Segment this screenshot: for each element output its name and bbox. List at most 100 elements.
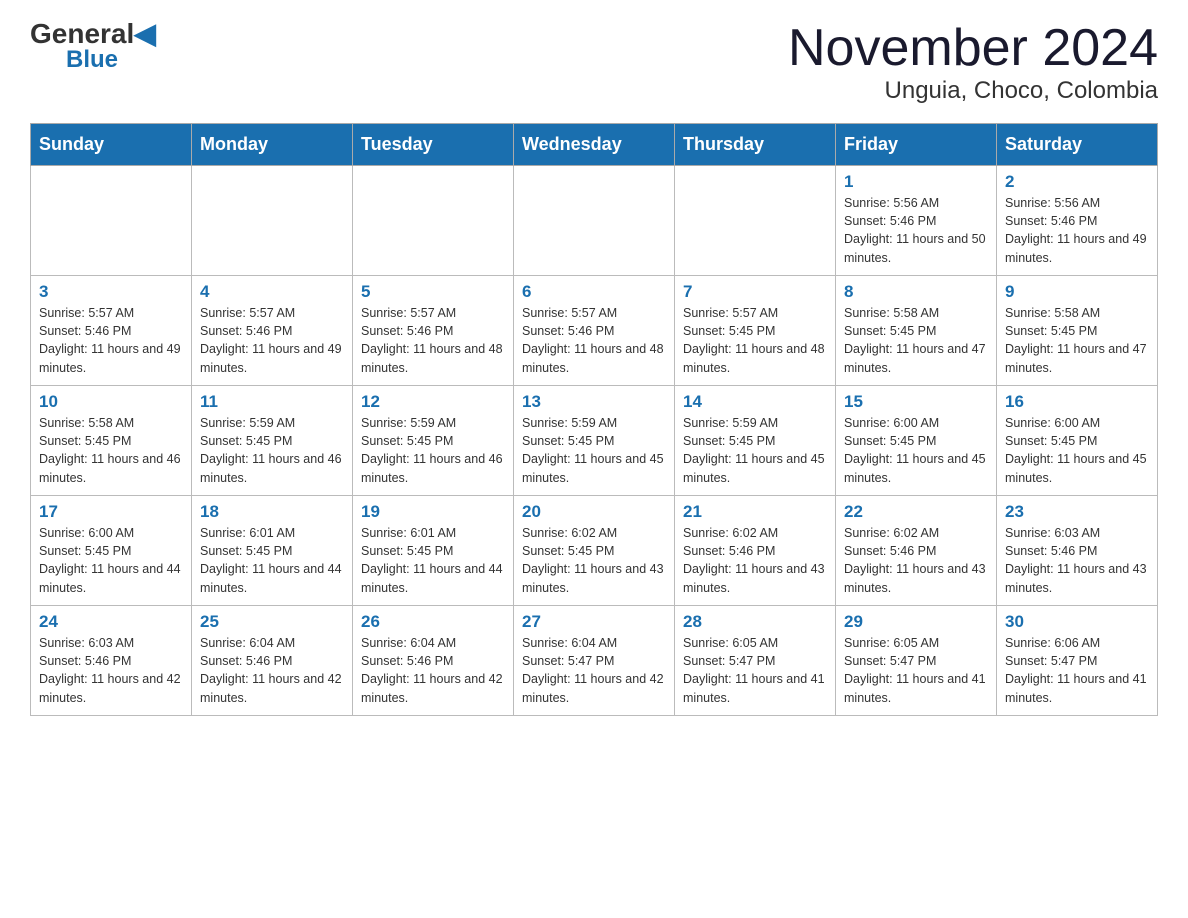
day-number: 11: [200, 392, 344, 412]
logo-general-text: General◀: [30, 20, 156, 48]
calendar-cell: [31, 166, 192, 276]
day-info: Sunrise: 5:56 AMSunset: 5:46 PMDaylight:…: [844, 194, 988, 267]
calendar-cell: [192, 166, 353, 276]
day-info: Sunrise: 6:00 AMSunset: 5:45 PMDaylight:…: [39, 524, 183, 597]
day-number: 30: [1005, 612, 1149, 632]
calendar-cell: 27Sunrise: 6:04 AMSunset: 5:47 PMDayligh…: [514, 606, 675, 716]
calendar-cell: 3Sunrise: 5:57 AMSunset: 5:46 PMDaylight…: [31, 276, 192, 386]
calendar-cell: 18Sunrise: 6:01 AMSunset: 5:45 PMDayligh…: [192, 496, 353, 606]
calendar-cell: 24Sunrise: 6:03 AMSunset: 5:46 PMDayligh…: [31, 606, 192, 716]
day-info: Sunrise: 5:57 AMSunset: 5:46 PMDaylight:…: [39, 304, 183, 377]
logo-triangle-icon: ◀: [134, 18, 156, 49]
day-number: 28: [683, 612, 827, 632]
day-info: Sunrise: 6:02 AMSunset: 5:46 PMDaylight:…: [844, 524, 988, 597]
day-number: 10: [39, 392, 183, 412]
day-number: 8: [844, 282, 988, 302]
day-info: Sunrise: 5:59 AMSunset: 5:45 PMDaylight:…: [522, 414, 666, 487]
day-info: Sunrise: 6:04 AMSunset: 5:46 PMDaylight:…: [361, 634, 505, 707]
calendar-cell: 16Sunrise: 6:00 AMSunset: 5:45 PMDayligh…: [997, 386, 1158, 496]
calendar-cell: 28Sunrise: 6:05 AMSunset: 5:47 PMDayligh…: [675, 606, 836, 716]
calendar-cell: 8Sunrise: 5:58 AMSunset: 5:45 PMDaylight…: [836, 276, 997, 386]
month-title: November 2024: [788, 20, 1158, 77]
calendar-cell: 1Sunrise: 5:56 AMSunset: 5:46 PMDaylight…: [836, 166, 997, 276]
day-number: 21: [683, 502, 827, 522]
week-row-2: 3Sunrise: 5:57 AMSunset: 5:46 PMDaylight…: [31, 276, 1158, 386]
day-info: Sunrise: 5:57 AMSunset: 5:46 PMDaylight:…: [200, 304, 344, 377]
calendar-table: SundayMondayTuesdayWednesdayThursdayFrid…: [30, 123, 1158, 716]
calendar-cell: [514, 166, 675, 276]
day-info: Sunrise: 6:01 AMSunset: 5:45 PMDaylight:…: [200, 524, 344, 597]
calendar-cell: 6Sunrise: 5:57 AMSunset: 5:46 PMDaylight…: [514, 276, 675, 386]
day-number: 15: [844, 392, 988, 412]
day-info: Sunrise: 6:04 AMSunset: 5:46 PMDaylight:…: [200, 634, 344, 707]
calendar-cell: 29Sunrise: 6:05 AMSunset: 5:47 PMDayligh…: [836, 606, 997, 716]
day-number: 20: [522, 502, 666, 522]
day-info: Sunrise: 6:06 AMSunset: 5:47 PMDaylight:…: [1005, 634, 1149, 707]
weekday-header-sunday: Sunday: [31, 124, 192, 166]
day-info: Sunrise: 6:05 AMSunset: 5:47 PMDaylight:…: [844, 634, 988, 707]
weekday-header-tuesday: Tuesday: [353, 124, 514, 166]
calendar-cell: 15Sunrise: 6:00 AMSunset: 5:45 PMDayligh…: [836, 386, 997, 496]
day-info: Sunrise: 6:00 AMSunset: 5:45 PMDaylight:…: [1005, 414, 1149, 487]
day-info: Sunrise: 6:04 AMSunset: 5:47 PMDaylight:…: [522, 634, 666, 707]
calendar-cell: 12Sunrise: 5:59 AMSunset: 5:45 PMDayligh…: [353, 386, 514, 496]
day-number: 1: [844, 172, 988, 192]
calendar-cell: [353, 166, 514, 276]
weekday-header-saturday: Saturday: [997, 124, 1158, 166]
calendar-cell: 5Sunrise: 5:57 AMSunset: 5:46 PMDaylight…: [353, 276, 514, 386]
day-info: Sunrise: 5:58 AMSunset: 5:45 PMDaylight:…: [39, 414, 183, 487]
day-number: 25: [200, 612, 344, 632]
location-title: Unguia, Choco, Colombia: [788, 77, 1158, 105]
calendar-cell: 4Sunrise: 5:57 AMSunset: 5:46 PMDaylight…: [192, 276, 353, 386]
day-number: 4: [200, 282, 344, 302]
day-info: Sunrise: 6:03 AMSunset: 5:46 PMDaylight:…: [1005, 524, 1149, 597]
day-info: Sunrise: 5:57 AMSunset: 5:46 PMDaylight:…: [522, 304, 666, 377]
week-row-1: 1Sunrise: 5:56 AMSunset: 5:46 PMDaylight…: [31, 166, 1158, 276]
logo-blue-text: Blue: [66, 48, 118, 72]
calendar-cell: 19Sunrise: 6:01 AMSunset: 5:45 PMDayligh…: [353, 496, 514, 606]
logo: General◀ Blue: [30, 20, 156, 72]
calendar-cell: 14Sunrise: 5:59 AMSunset: 5:45 PMDayligh…: [675, 386, 836, 496]
day-info: Sunrise: 6:02 AMSunset: 5:45 PMDaylight:…: [522, 524, 666, 597]
day-number: 18: [200, 502, 344, 522]
calendar-cell: 9Sunrise: 5:58 AMSunset: 5:45 PMDaylight…: [997, 276, 1158, 386]
calendar-cell: 7Sunrise: 5:57 AMSunset: 5:45 PMDaylight…: [675, 276, 836, 386]
calendar-cell: 30Sunrise: 6:06 AMSunset: 5:47 PMDayligh…: [997, 606, 1158, 716]
day-number: 17: [39, 502, 183, 522]
day-info: Sunrise: 5:57 AMSunset: 5:46 PMDaylight:…: [361, 304, 505, 377]
day-info: Sunrise: 5:59 AMSunset: 5:45 PMDaylight:…: [200, 414, 344, 487]
day-number: 12: [361, 392, 505, 412]
day-number: 16: [1005, 392, 1149, 412]
calendar-cell: 20Sunrise: 6:02 AMSunset: 5:45 PMDayligh…: [514, 496, 675, 606]
day-info: Sunrise: 5:58 AMSunset: 5:45 PMDaylight:…: [1005, 304, 1149, 377]
page-header: General◀ Blue November 2024 Unguia, Choc…: [30, 20, 1158, 105]
calendar-cell: 21Sunrise: 6:02 AMSunset: 5:46 PMDayligh…: [675, 496, 836, 606]
weekday-header-wednesday: Wednesday: [514, 124, 675, 166]
day-number: 9: [1005, 282, 1149, 302]
day-number: 5: [361, 282, 505, 302]
calendar-cell: 17Sunrise: 6:00 AMSunset: 5:45 PMDayligh…: [31, 496, 192, 606]
calendar-cell: 26Sunrise: 6:04 AMSunset: 5:46 PMDayligh…: [353, 606, 514, 716]
day-number: 13: [522, 392, 666, 412]
week-row-5: 24Sunrise: 6:03 AMSunset: 5:46 PMDayligh…: [31, 606, 1158, 716]
day-number: 14: [683, 392, 827, 412]
calendar-cell: 2Sunrise: 5:56 AMSunset: 5:46 PMDaylight…: [997, 166, 1158, 276]
day-number: 2: [1005, 172, 1149, 192]
weekday-header-row: SundayMondayTuesdayWednesdayThursdayFrid…: [31, 124, 1158, 166]
day-number: 29: [844, 612, 988, 632]
day-info: Sunrise: 5:58 AMSunset: 5:45 PMDaylight:…: [844, 304, 988, 377]
day-number: 6: [522, 282, 666, 302]
day-number: 7: [683, 282, 827, 302]
day-info: Sunrise: 5:59 AMSunset: 5:45 PMDaylight:…: [683, 414, 827, 487]
calendar-cell: 11Sunrise: 5:59 AMSunset: 5:45 PMDayligh…: [192, 386, 353, 496]
weekday-header-thursday: Thursday: [675, 124, 836, 166]
day-number: 19: [361, 502, 505, 522]
calendar-cell: 22Sunrise: 6:02 AMSunset: 5:46 PMDayligh…: [836, 496, 997, 606]
weekday-header-monday: Monday: [192, 124, 353, 166]
day-number: 23: [1005, 502, 1149, 522]
day-number: 26: [361, 612, 505, 632]
weekday-header-friday: Friday: [836, 124, 997, 166]
calendar-cell: 23Sunrise: 6:03 AMSunset: 5:46 PMDayligh…: [997, 496, 1158, 606]
day-number: 27: [522, 612, 666, 632]
title-block: November 2024 Unguia, Choco, Colombia: [788, 20, 1158, 105]
